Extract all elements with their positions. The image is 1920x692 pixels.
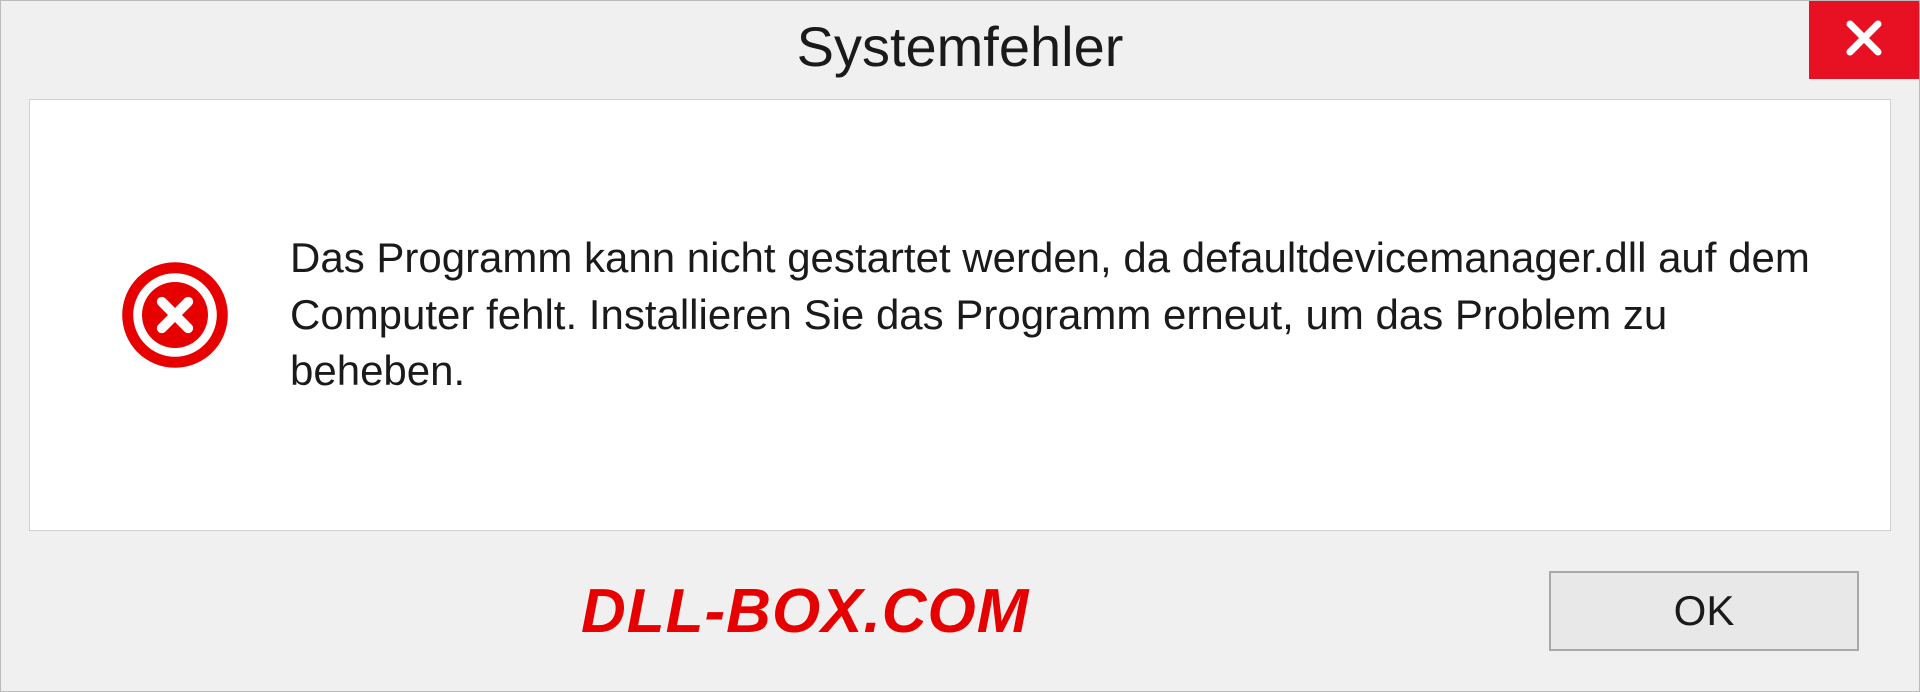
close-button[interactable] — [1809, 1, 1919, 79]
ok-button[interactable]: OK — [1549, 571, 1859, 651]
close-icon — [1843, 17, 1885, 64]
content-panel: Das Programm kann nicht gestartet werden… — [29, 99, 1891, 531]
watermark-text: DLL-BOX.COM — [61, 576, 1029, 647]
dialog-footer: DLL-BOX.COM OK — [1, 531, 1919, 691]
error-message: Das Programm kann nicht gestartet werden… — [290, 230, 1830, 400]
error-icon — [120, 260, 230, 370]
dialog-title: Systemfehler — [797, 14, 1124, 79]
error-dialog: Systemfehler Das Programm kann nicht ges… — [0, 0, 1920, 692]
titlebar: Systemfehler — [1, 1, 1919, 91]
